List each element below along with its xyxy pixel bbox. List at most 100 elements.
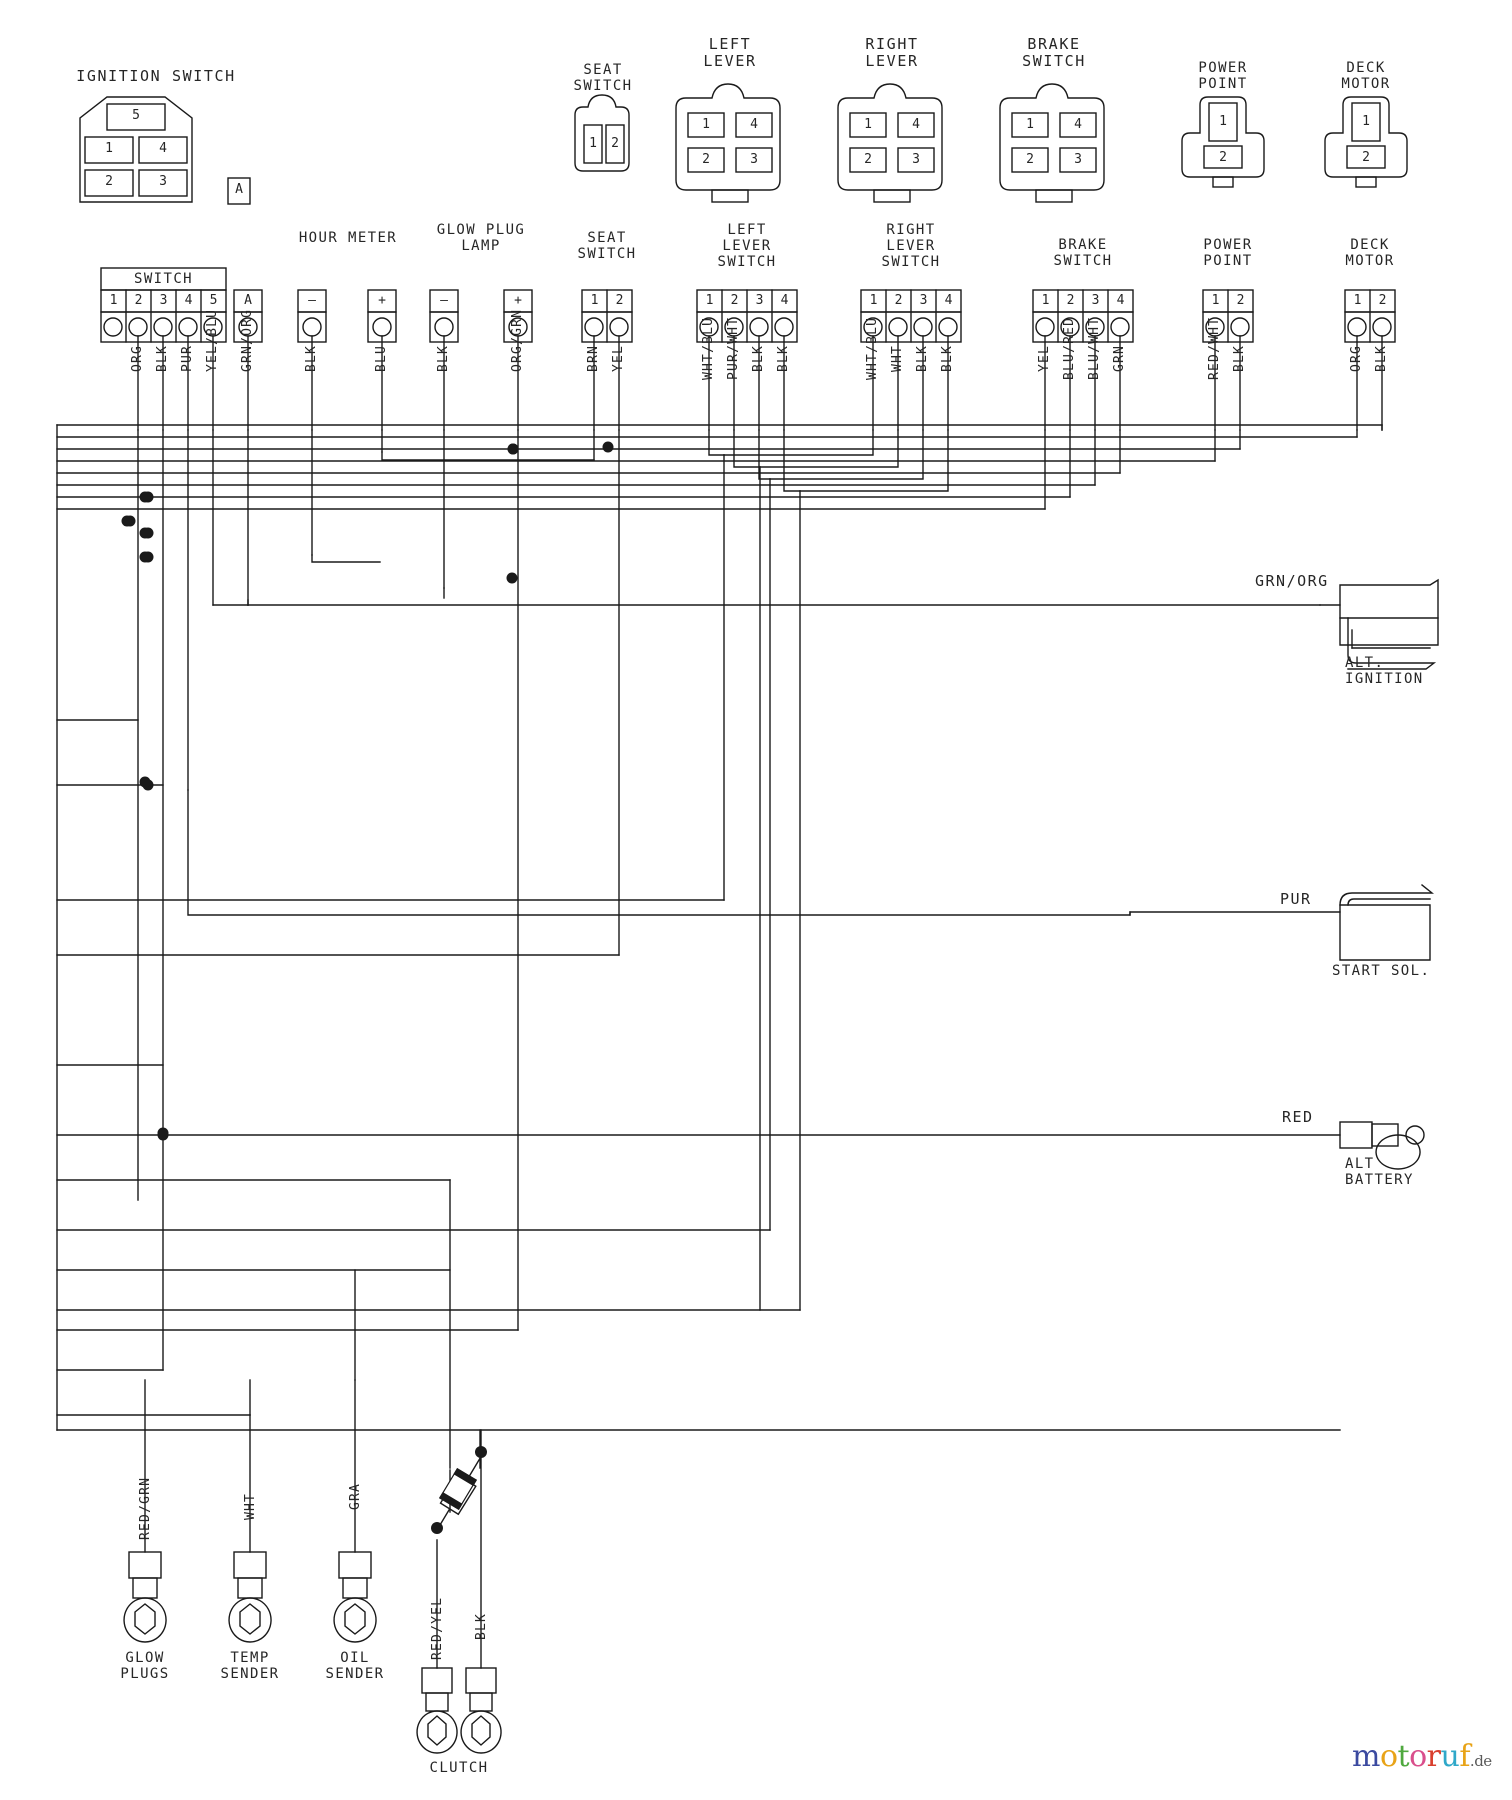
ignition-a-pin: A xyxy=(244,293,252,308)
wire-label-glow-lamp-plus: ORG/GRN xyxy=(510,308,525,372)
wire-label-brake-3: BLU/WHT xyxy=(1087,316,1102,380)
power-point-top-pin-2: 2 xyxy=(1219,150,1227,165)
deck-motor-top-pin-2: 2 xyxy=(1362,150,1370,165)
brake-top-pin-3: 3 xyxy=(1074,152,1082,167)
temp-sender-terminal xyxy=(228,1414,272,1643)
right-lever-pin-4: 4 xyxy=(912,117,920,132)
label-left-lever-switch-block: LEFT LEVER SWITCH xyxy=(717,222,777,270)
wire-label-seat-2: YEL xyxy=(611,344,626,372)
harness-bus-lines xyxy=(56,424,1383,510)
power-point-block-pin-2: 2 xyxy=(1236,293,1245,308)
label-start-solenoid: START SOL. xyxy=(1332,963,1431,979)
wire-label-left-lever-1: WHT/BLU xyxy=(701,316,716,380)
label-left-lever: LEFT LEVER xyxy=(703,35,757,70)
wire-label-brake-2: BLU/RED xyxy=(1062,316,1077,380)
wire-label-temp-sender: WHT xyxy=(243,1492,258,1520)
wire-label-right-lever-1: WHT/BLU xyxy=(865,316,880,380)
right-lever-pin-1: 1 xyxy=(864,117,872,132)
deck-motor-block-pin-1: 1 xyxy=(1353,293,1362,308)
ignition-pin-5: 5 xyxy=(132,108,140,123)
brake-top-pin-1: 1 xyxy=(1026,117,1034,132)
glow-lamp-pin-minus: – xyxy=(440,293,448,308)
wire-label-right-lever-2: WHT xyxy=(890,344,905,372)
clutch-assembly xyxy=(416,1179,502,1754)
routing-branches xyxy=(56,451,1341,1431)
wire-label-ignition-a: GRN/ORG xyxy=(240,308,255,372)
wire-label-left-lever-3: BLK xyxy=(751,344,766,372)
right-lever-block-pin-4: 4 xyxy=(944,293,953,308)
label-brake-switch-top: BRAKE SWITCH xyxy=(1022,35,1086,70)
junction-dots-2 xyxy=(121,441,614,1139)
wire-label-start-solenoid: PUR xyxy=(1280,890,1312,908)
label-right-lever-switch-block: RIGHT LEVER SWITCH xyxy=(881,222,941,270)
left-lever-block-pin-4: 4 xyxy=(780,293,789,308)
seat-block-pin-1: 1 xyxy=(590,293,599,308)
right-lever-pin-2: 2 xyxy=(864,152,872,167)
brake-block-pin-2: 2 xyxy=(1066,293,1075,308)
wire-label-power-point-2: BLK xyxy=(1232,344,1247,372)
wire-label-hour-meter-minus: BLK xyxy=(304,344,319,372)
wire-label-hour-meter-plus: BLU xyxy=(374,344,389,372)
left-lever-pin-2: 2 xyxy=(702,152,710,167)
brake-switch-connector xyxy=(999,83,1105,203)
label-power-point-block: POWER POINT xyxy=(1203,237,1253,269)
left-lever-block-pin-3: 3 xyxy=(755,293,764,308)
brake-top-pin-4: 4 xyxy=(1074,117,1082,132)
label-temp-sender: TEMP SENDER xyxy=(220,1650,280,1682)
switch-pin-1: 1 xyxy=(109,293,118,308)
left-lever-block-pin-1: 1 xyxy=(705,293,714,308)
deck-motor-block-pin-2: 2 xyxy=(1378,293,1387,308)
brake-block-pin-4: 4 xyxy=(1116,293,1125,308)
label-alt-battery: ALT BATTERY xyxy=(1345,1156,1414,1188)
wire-label-clutch-red-yel: RED/YEL xyxy=(430,1596,445,1660)
deck-motor-connector xyxy=(1324,96,1408,188)
left-lever-pin-1: 1 xyxy=(702,117,710,132)
wire-label-left-lever-2: PUR/WHT xyxy=(726,316,741,380)
wire-label-deck-motor-2: BLK xyxy=(1374,344,1389,372)
brake-top-pin-2: 2 xyxy=(1026,152,1034,167)
bottom-bus xyxy=(144,1379,251,1431)
label-glow-plug-lamp-block: GLOW PLUG LAMP xyxy=(436,222,526,254)
wire-label-brake-1: YEL xyxy=(1037,344,1052,372)
power-point-connector xyxy=(1181,96,1265,188)
label-seat-switch-block: SEAT SWITCH xyxy=(577,230,637,262)
ignition-pin-3: 3 xyxy=(159,174,167,189)
right-lever-block-pin-3: 3 xyxy=(919,293,928,308)
switch-pin-4: 4 xyxy=(184,293,193,308)
brake-block-pin-1: 1 xyxy=(1041,293,1050,308)
left-lever-block-pin-2: 2 xyxy=(730,293,739,308)
label-deck-motor-block: DECK MOTOR xyxy=(1345,237,1395,269)
deck-motor-top-pin-1: 1 xyxy=(1362,114,1370,129)
brake-block-pin-3: 3 xyxy=(1091,293,1100,308)
wire-label-switch-3: BLK xyxy=(155,344,170,372)
seat-block-pin-2: 2 xyxy=(615,293,624,308)
label-ignition-switch: IGNITION SWITCH xyxy=(76,67,236,85)
right-lever-pin-3: 3 xyxy=(912,152,920,167)
wire-label-glow-lamp-minus: BLK xyxy=(436,344,451,372)
glow-lamp-pin-plus: + xyxy=(514,293,522,308)
right-lever-block-pin-1: 1 xyxy=(869,293,878,308)
wire-label-switch-5: YEL/BLU xyxy=(205,308,220,372)
seat-top-pin-1: 1 xyxy=(589,136,597,151)
oil-sender-terminal xyxy=(333,1269,377,1643)
wire-label-power-point-1: RED/WHT xyxy=(1207,316,1222,380)
power-point-top-pin-1: 1 xyxy=(1219,114,1227,129)
wire-label-deck-motor-1: ORG xyxy=(1349,344,1364,372)
wiring-diagram-sheet: IGNITION SWITCH SEAT SWITCH LEFT LEVER R… xyxy=(0,0,1512,1800)
label-seat-switch-top: SEAT SWITCH xyxy=(573,62,633,94)
label-alt-ignition: ALT. IGNITION xyxy=(1345,655,1424,687)
switch-pin-3: 3 xyxy=(159,293,168,308)
wire-label-switch-4: PUR xyxy=(180,344,195,372)
label-clutch: CLUTCH xyxy=(429,1760,489,1776)
wire-label-right-lever-4: BLK xyxy=(940,344,955,372)
ignition-pin-a: A xyxy=(235,182,243,197)
wire-label-clutch-blk: BLK xyxy=(474,1612,489,1640)
label-right-lever: RIGHT LEVER xyxy=(865,35,919,70)
right-lever-connector xyxy=(837,83,943,203)
right-lever-block-pin-2: 2 xyxy=(894,293,903,308)
power-point-block-pin-1: 1 xyxy=(1211,293,1220,308)
switch-pin-5: 5 xyxy=(209,293,218,308)
left-lever-connector xyxy=(675,83,781,203)
hour-meter-pin-plus: + xyxy=(378,293,386,308)
wire-label-oil-sender: GRA xyxy=(348,1482,363,1510)
